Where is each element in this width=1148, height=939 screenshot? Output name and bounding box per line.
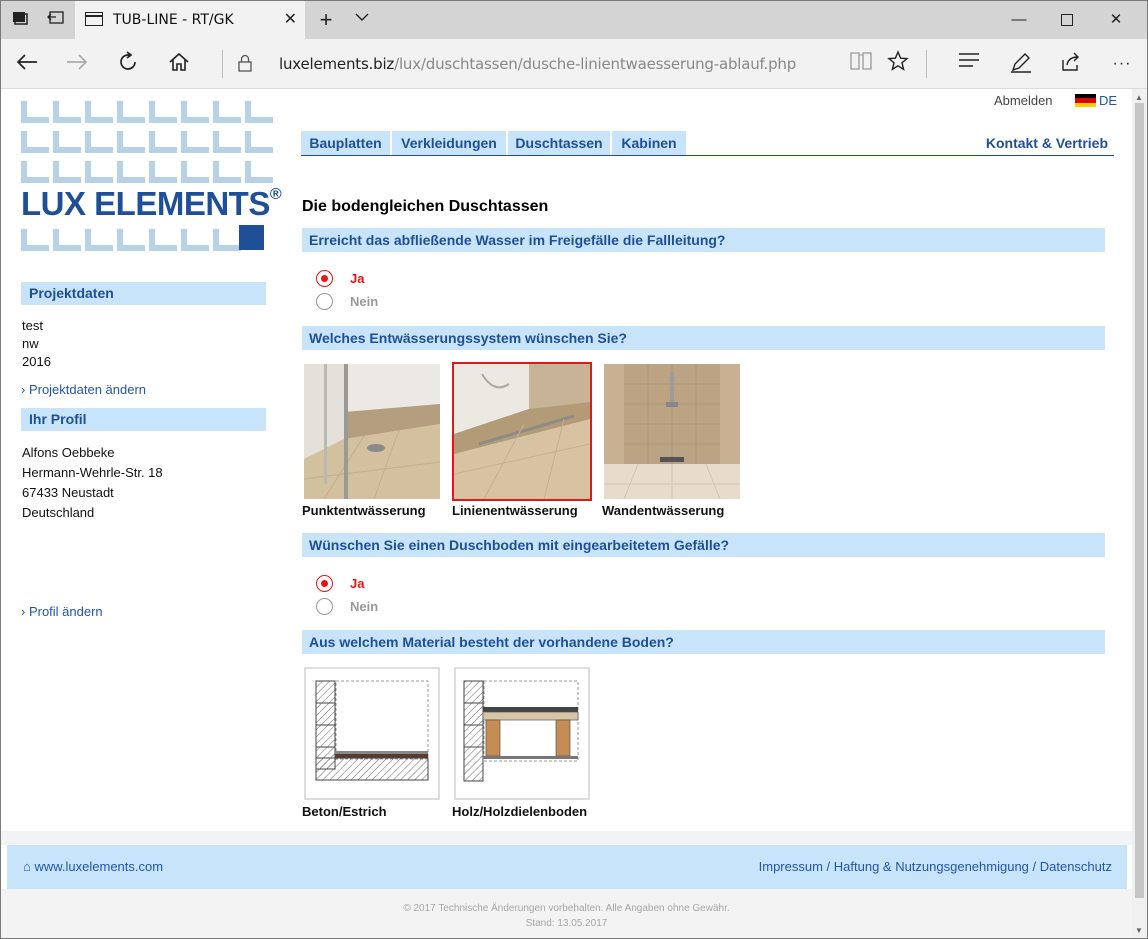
refresh-icon[interactable] — [113, 50, 143, 78]
share-icon[interactable] — [1057, 50, 1085, 78]
logo-square — [239, 225, 264, 250]
option-caption: Holz/Holzdielenboden — [452, 804, 588, 819]
radio-label: Nein — [350, 599, 379, 614]
punktentwaesserung-image[interactable] — [304, 364, 440, 499]
edit-project-link[interactable]: › Projektdaten ändern — [21, 382, 146, 397]
nav-item-verkleidungen[interactable]: Verkleidungen — [392, 131, 506, 155]
profile-line: 67433 Neustadt — [22, 485, 114, 500]
option-caption: Punktentwässerung — [302, 503, 426, 518]
footer-site-link[interactable]: ⌂ www.luxelements.com — [23, 859, 163, 874]
more-icon[interactable]: ··· — [1108, 50, 1136, 78]
wandentwaesserung-image[interactable] — [604, 364, 740, 499]
question-heading: Erreicht das abfließende Wasser im Freig… — [302, 228, 1105, 252]
german-flag-icon[interactable] — [1075, 94, 1096, 107]
tab-manager-icon[interactable] — [9, 9, 31, 31]
option-caption: Wandentwässerung — [602, 503, 725, 518]
radio-button[interactable] — [316, 575, 333, 592]
tab-preview-icon[interactable] — [45, 9, 67, 31]
scroll-thumb[interactable] — [1135, 103, 1144, 898]
language-link[interactable]: DE — [1099, 93, 1117, 108]
option-caption: Beton/Estrich — [302, 804, 387, 819]
address-bar[interactable]: luxelements.biz/lux/duschtassen/dusche-l… — [279, 55, 796, 73]
reading-view-icon[interactable] — [847, 50, 875, 78]
project-line: nw — [22, 336, 39, 351]
hub-icon[interactable] — [955, 50, 983, 78]
vertical-scrollbar[interactable]: ▲ ▼ — [1132, 89, 1147, 938]
tab-title: TUB-LINE - RT/GK — [113, 12, 234, 28]
logo-wordmark: LUX ELEMENTS® — [21, 185, 282, 222]
edit-profile-link[interactable]: › Profil ändern — [21, 604, 103, 619]
main-nav: Bauplatten Verkleidungen Duschtassen Kab… — [301, 131, 1114, 156]
browser-window: TUB-LINE - RT/GK ✕ + — ✕ luxelements.biz… — [0, 0, 1148, 939]
logout-link[interactable]: Abmelden — [994, 93, 1053, 108]
nav-item-kabinen[interactable]: Kabinen — [612, 131, 686, 155]
radio-button[interactable] — [316, 270, 333, 287]
new-tab-icon[interactable]: + — [315, 9, 337, 31]
web-note-icon[interactable] — [1007, 50, 1035, 78]
scroll-up-icon[interactable]: ▲ — [1135, 93, 1143, 102]
tab-active[interactable]: TUB-LINE - RT/GK ✕ — [75, 1, 305, 39]
chevron-down-icon[interactable] — [351, 9, 373, 31]
forward-arrow-icon[interactable] — [62, 50, 92, 78]
divider — [926, 50, 927, 78]
question-heading: Welches Entwässerungssystem wünschen Sie… — [302, 326, 1105, 350]
home-icon[interactable] — [164, 50, 194, 78]
profile-line: Hermann-Wehrle-Str. 18 — [22, 465, 163, 480]
profile-line: Alfons Oebbeke — [22, 445, 115, 460]
radio-label: Ja — [350, 576, 365, 591]
browser-toolbar: luxelements.biz/lux/duschtassen/dusche-l… — [1, 39, 1147, 89]
nav-item-bauplatten[interactable]: Bauplatten — [301, 131, 390, 155]
nav-item-contact[interactable]: Kontakt & Vertrieb — [986, 131, 1108, 155]
back-arrow-icon[interactable] — [12, 50, 42, 78]
lux-elements-logo[interactable]: LUX ELEMENTS® — [21, 101, 285, 253]
maximize-icon[interactable] — [1047, 7, 1087, 33]
question-heading: Aus welchem Material besteht der vorhand… — [302, 630, 1105, 654]
option-caption: Linienentwässerung — [452, 503, 578, 518]
minimize-icon[interactable]: — — [999, 7, 1039, 33]
radio-button[interactable] — [316, 293, 333, 310]
nav-item-duschtassen[interactable]: Duschtassen — [508, 131, 610, 155]
tab-bar: TUB-LINE - RT/GK ✕ + — ✕ — [1, 1, 1147, 39]
close-tab-icon[interactable]: ✕ — [284, 9, 297, 29]
footer-separator — [1, 831, 1132, 845]
divider — [222, 50, 223, 78]
question-heading: Wünschen Sie einen Duschboden mit eingea… — [302, 533, 1105, 557]
page-viewport: LUX ELEMENTS® Projektdaten test nw 2016 … — [1, 89, 1132, 938]
lock-icon[interactable] — [237, 54, 253, 72]
project-line: 2016 — [22, 354, 51, 369]
linienentwaesserung-image[interactable] — [452, 362, 592, 501]
stand-date: Stand: 13.05.2017 — [525, 918, 608, 929]
footer-bottom: © 2017 Technische Änderungen vorbehalten… — [1, 889, 1132, 938]
radio-button[interactable] — [316, 598, 333, 615]
footer: ⌂ www.luxelements.com Impressum / Haftun… — [7, 845, 1127, 889]
page-title: Die bodengleichen Duschtassen — [302, 198, 549, 215]
scroll-down-icon[interactable]: ▼ — [1135, 926, 1143, 935]
profile-line: Deutschland — [22, 505, 95, 520]
url-path: /lux/duschtassen/dusche-linientwaesserun… — [394, 55, 797, 73]
url-host: luxelements.biz — [279, 55, 395, 73]
profile-heading: Ihr Profil — [21, 408, 266, 431]
copyright-text: © 2017 Technische Änderungen vorbehalten… — [403, 903, 730, 914]
radio-label: Ja — [350, 271, 365, 286]
radio-label: Nein — [350, 294, 379, 309]
close-window-icon[interactable]: ✕ — [1096, 7, 1136, 33]
footer-legal-links[interactable]: Impressum / Haftung & Nutzungsgenehmigun… — [759, 859, 1112, 874]
beton-estrich-drawing[interactable] — [304, 667, 440, 800]
project-heading: Projektdaten — [21, 282, 266, 305]
home-icon: ⌂ — [23, 859, 35, 874]
page-icon — [85, 12, 103, 26]
project-line: test — [22, 318, 43, 333]
favorite-star-icon[interactable] — [884, 50, 912, 78]
holz-holzdielenboden-drawing[interactable] — [454, 667, 590, 800]
